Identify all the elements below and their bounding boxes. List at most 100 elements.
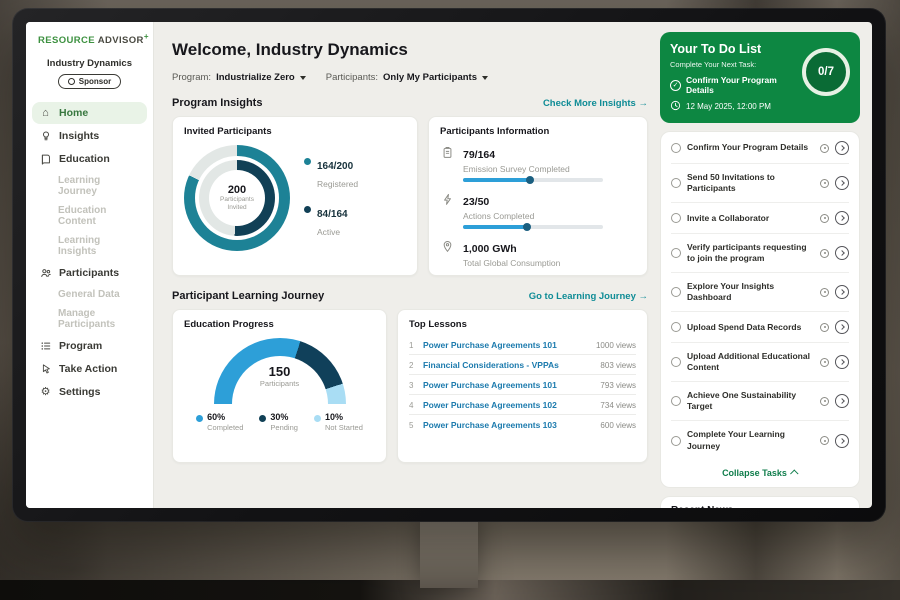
lesson-row[interactable]: 4 Power Purchase Agreements 102 734 view… <box>409 395 636 415</box>
task-label: Complete Your Learning Journey <box>687 429 814 451</box>
legend-value: 164/200 <box>317 161 353 172</box>
org-block: Industry Dynamics Sponsor <box>26 58 153 90</box>
chevron-right-icon[interactable] <box>835 211 849 225</box>
sidebar-item-participants[interactable]: Participants <box>32 262 147 284</box>
sidebar-item-general-data[interactable]: General Data <box>32 285 147 304</box>
chevron-right-icon[interactable] <box>835 355 849 369</box>
monitor-stand <box>420 518 478 588</box>
legend-pct: 30% <box>270 412 288 422</box>
sidebar-item-insights[interactable]: Insights <box>32 125 147 147</box>
lesson-views: 803 views <box>600 361 636 370</box>
legend-completed: 60% Completed <box>196 412 243 432</box>
lesson-link[interactable]: Power Purchase Agreements 103 <box>423 420 557 430</box>
task-row-upload-spend-data[interactable]: Upload Spend Data Records <box>671 312 849 343</box>
education-legend: 60% Completed 30% Pending 10% Not Starte… <box>184 412 375 432</box>
program-filter[interactable]: Program: Industrialize Zero <box>172 72 306 83</box>
lesson-link[interactable]: Power Purchase Agreements 101 <box>423 380 557 390</box>
lesson-link[interactable]: Power Purchase Agreements 101 <box>423 340 557 350</box>
lesson-row[interactable]: 1 Power Purchase Agreements 101 1000 vie… <box>409 335 636 355</box>
lesson-row[interactable]: 3 Power Purchase Agreements 101 793 view… <box>409 375 636 395</box>
task-checkbox-icon[interactable] <box>671 248 681 258</box>
legend-dot-icon <box>304 158 311 165</box>
participants-information-card: Participants Information 79/164 Emission… <box>428 116 648 276</box>
target-icon <box>820 249 829 258</box>
legend-dot-icon <box>259 415 266 422</box>
sidebar-item-manage-participants[interactable]: Manage Participants <box>32 304 147 334</box>
insights-card-row: Invited Participants 200 Participants In… <box>172 116 648 276</box>
page-title: Welcome, Industry Dynamics <box>172 40 648 60</box>
chevron-right-icon[interactable] <box>835 176 849 190</box>
task-checkbox-icon[interactable] <box>671 357 681 367</box>
logo-primary: RESOURCE <box>38 35 95 46</box>
task-checkbox-icon[interactable] <box>671 396 681 406</box>
org-name: Industry Dynamics <box>26 58 153 69</box>
sponsor-label: Sponsor <box>79 77 111 86</box>
card-title: Education Progress <box>184 319 375 330</box>
task-label: Achieve One Sustainability Target <box>687 390 814 412</box>
sidebar-item-learning-insights[interactable]: Learning Insights <box>32 231 147 261</box>
sidebar-item-education-content[interactable]: Education Content <box>32 201 147 231</box>
legend-dot-icon <box>314 415 321 422</box>
participants-filter[interactable]: Participants: Only My Participants <box>326 72 488 83</box>
actions-progress-bar <box>463 225 603 229</box>
lesson-rank: 1 <box>409 341 423 350</box>
chevron-right-icon[interactable] <box>835 285 849 299</box>
task-checkbox-icon[interactable] <box>671 322 681 332</box>
task-row-verify-participants[interactable]: Verify participants requesting to join t… <box>671 234 849 273</box>
chevron-right-icon[interactable] <box>835 434 849 448</box>
target-icon <box>820 288 829 297</box>
task-checkbox-icon[interactable] <box>671 178 681 188</box>
sidebar-item-settings[interactable]: ⚙ Settings <box>32 381 147 403</box>
chevron-right-icon[interactable] <box>835 141 849 155</box>
program-filter-label: Program: <box>172 72 211 83</box>
task-row-explore-insights[interactable]: Explore Your Insights Dashboard <box>671 273 849 312</box>
emission-progress-bar <box>463 178 603 182</box>
home-icon: ⌂ <box>39 108 52 119</box>
task-row-confirm-program[interactable]: Confirm Your Program Details <box>671 133 849 164</box>
task-row-sustainability-target[interactable]: Achieve One Sustainability Target <box>671 382 849 421</box>
task-checkbox-icon[interactable] <box>671 213 681 223</box>
lesson-row[interactable]: 5 Power Purchase Agreements 103 600 view… <box>409 415 636 434</box>
program-filter-value: Industrialize Zero <box>216 72 295 83</box>
card-title: Invited Participants <box>184 126 406 137</box>
stat-label: Emission Survey Completed <box>463 164 603 174</box>
check-more-insights-link[interactable]: Check More Insights <box>543 98 648 109</box>
task-row-complete-learning-journey[interactable]: Complete Your Learning Journey <box>671 421 849 459</box>
lesson-views: 793 views <box>600 381 636 390</box>
todo-next-task[interactable]: Confirm Your Program Details <box>670 75 798 95</box>
top-lessons-card: Top Lessons 1 Power Purchase Agreements … <box>397 309 648 463</box>
go-to-learning-journey-link[interactable]: Go to Learning Journey <box>529 291 648 302</box>
sidebar-item-education[interactable]: Education <box>32 148 147 170</box>
section-title: Program Insights <box>172 97 262 109</box>
target-icon <box>820 358 829 367</box>
stat-emission-survey: 79/164 Emission Survey Completed <box>440 145 636 182</box>
lesson-link[interactable]: Power Purchase Agreements 102 <box>423 400 557 410</box>
task-row-upload-educational-content[interactable]: Upload Additional Educational Content <box>671 343 849 382</box>
lesson-row[interactable]: 2 Financial Considerations - VPPAs 803 v… <box>409 355 636 375</box>
task-row-invite-collaborator[interactable]: Invite a Collaborator <box>671 203 849 234</box>
lesson-link[interactable]: Financial Considerations - VPPAs <box>423 360 559 370</box>
target-icon <box>820 179 829 188</box>
legend-pct: 60% <box>207 412 225 422</box>
sidebar-item-program[interactable]: Program <box>32 335 147 357</box>
task-checkbox-icon[interactable] <box>671 436 681 446</box>
legend-label: Completed <box>207 423 243 432</box>
collapse-tasks-button[interactable]: Collapse Tasks <box>671 460 849 486</box>
chevron-right-icon[interactable] <box>835 394 849 408</box>
chevron-right-icon[interactable] <box>835 246 849 260</box>
sidebar-item-learning-journey[interactable]: Learning Journey <box>32 171 147 201</box>
target-icon <box>820 397 829 406</box>
legend-label: Not Started <box>325 423 363 432</box>
gauge-center-label: Participants <box>214 379 346 388</box>
task-label: Verify participants requesting to join t… <box>687 242 814 264</box>
sponsor-badge[interactable]: Sponsor <box>58 74 121 89</box>
task-row-send-invitations[interactable]: Send 50 Invitations to Participants <box>671 164 849 203</box>
chevron-right-icon[interactable] <box>835 320 849 334</box>
task-checkbox-icon[interactable] <box>671 143 681 153</box>
task-checkbox-icon[interactable] <box>671 287 681 297</box>
sidebar-item-home[interactable]: ⌂ Home <box>32 102 147 124</box>
program-insights-header: Program Insights Check More Insights <box>172 97 648 109</box>
sidebar-item-take-action[interactable]: Take Action <box>32 358 147 380</box>
lesson-views: 600 views <box>600 421 636 430</box>
todo-column: Your To Do List Complete Your Next Task:… <box>660 22 872 508</box>
